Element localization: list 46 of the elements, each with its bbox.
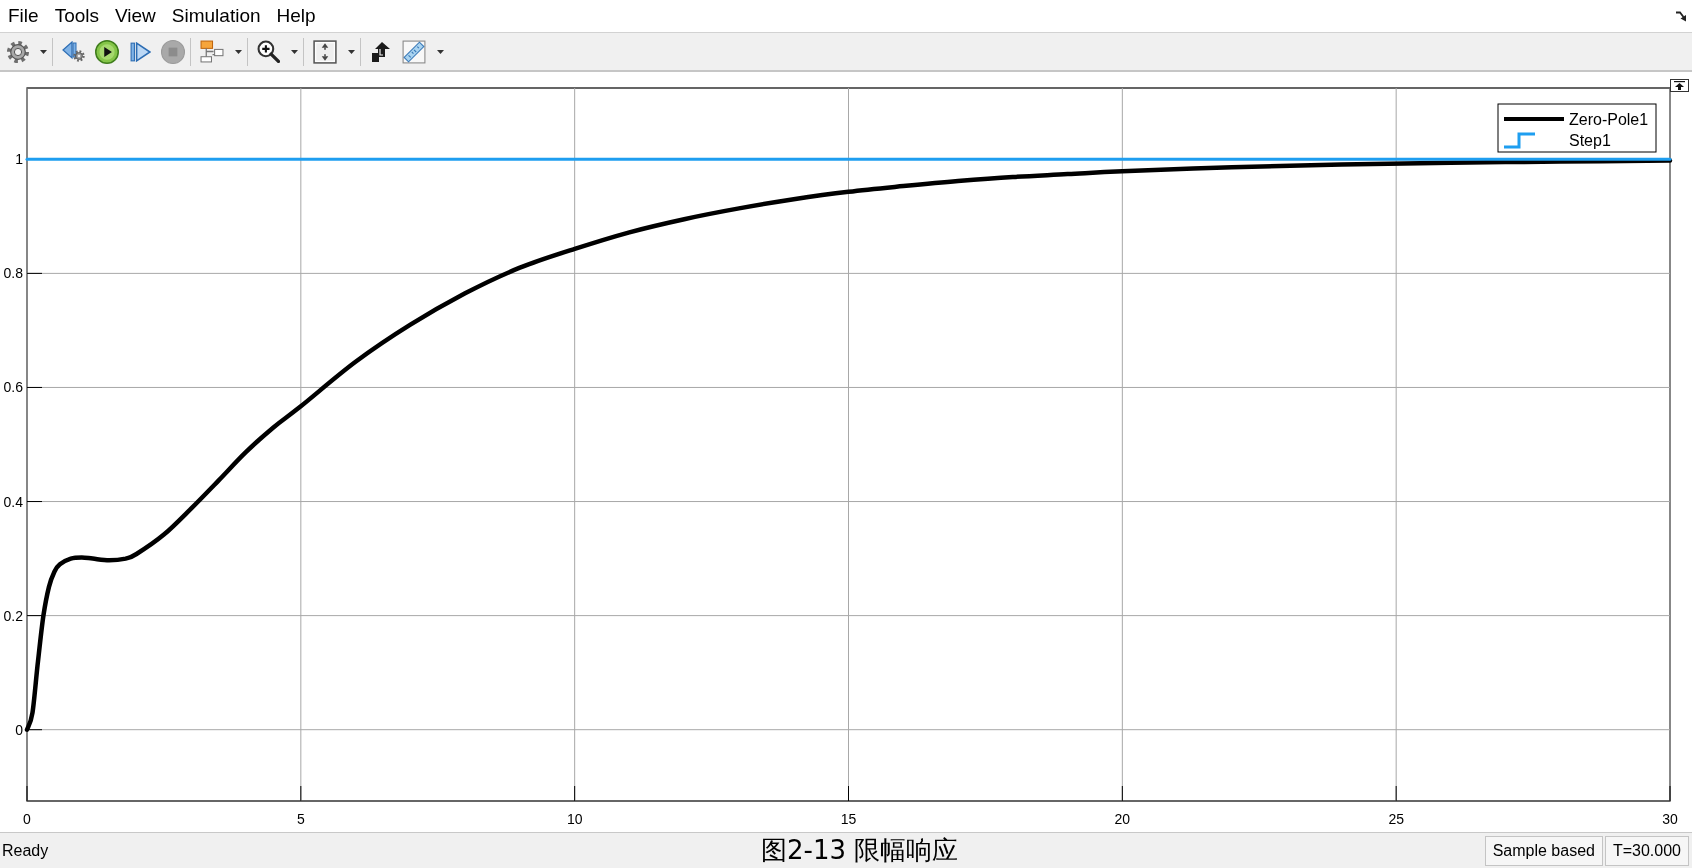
fit-vertical-icon [313, 39, 337, 64]
stop-icon [161, 39, 185, 64]
status-field: Sample based [1484, 835, 1603, 866]
panel-toggle-button[interactable] [1670, 79, 1689, 92]
block-diagram-icon [200, 40, 224, 63]
caret-icon [290, 49, 298, 54]
signal-selector-button[interactable] [199, 37, 225, 66]
legend-label: Zero-Pole1 [1569, 111, 1649, 128]
run-button[interactable] [94, 37, 120, 66]
y-tick-label: 0.2 [3, 607, 23, 624]
status-text: Ready [1, 841, 49, 859]
figure-caption: 图2-13 限幅响应 [761, 834, 959, 867]
menu-item[interactable]: File [0, 1, 47, 31]
step-back-icon [62, 41, 85, 62]
menu-item[interactable]: View [107, 1, 164, 31]
menu-item[interactable]: Tools [46, 1, 107, 31]
y-tick-label: 0.4 [3, 493, 23, 510]
up-arrow-icon [1674, 81, 1685, 90]
status-field: T=30.000 [1604, 835, 1689, 866]
x-tick-label: 15 [840, 811, 857, 827]
step-forward-icon [129, 41, 151, 62]
menu-item[interactable]: Simulation [163, 1, 269, 31]
menu-item[interactable]: Help [268, 1, 324, 31]
corner-arrow-icon[interactable] [1675, 10, 1687, 22]
stair-arrow-icon [371, 40, 391, 63]
zoom-in-icon [257, 40, 280, 63]
caret-icon [234, 49, 242, 54]
y-tick-label: 0.8 [3, 265, 23, 282]
x-tick-label: 20 [1114, 811, 1131, 827]
y-tick-label: 0 [15, 721, 23, 738]
x-tick-label: 30 [1662, 811, 1678, 827]
x-tick-label: 25 [1388, 811, 1404, 827]
play-icon [95, 39, 119, 64]
y-tick-label: 1 [15, 151, 23, 168]
x-tick-label: 0 [23, 811, 31, 827]
measure-button[interactable] [401, 37, 427, 66]
caret-icon [39, 49, 47, 54]
gear-icon [7, 40, 29, 63]
caret-icon [347, 49, 355, 54]
legend-label: Step1 [1569, 132, 1611, 149]
ruler-icon [402, 39, 426, 64]
scale-button[interactable] [312, 37, 338, 66]
y-tick-label: 0.6 [3, 379, 23, 396]
caret-icon [436, 49, 444, 54]
x-tick-label: 10 [566, 811, 583, 827]
x-tick-label: 5 [296, 811, 305, 827]
